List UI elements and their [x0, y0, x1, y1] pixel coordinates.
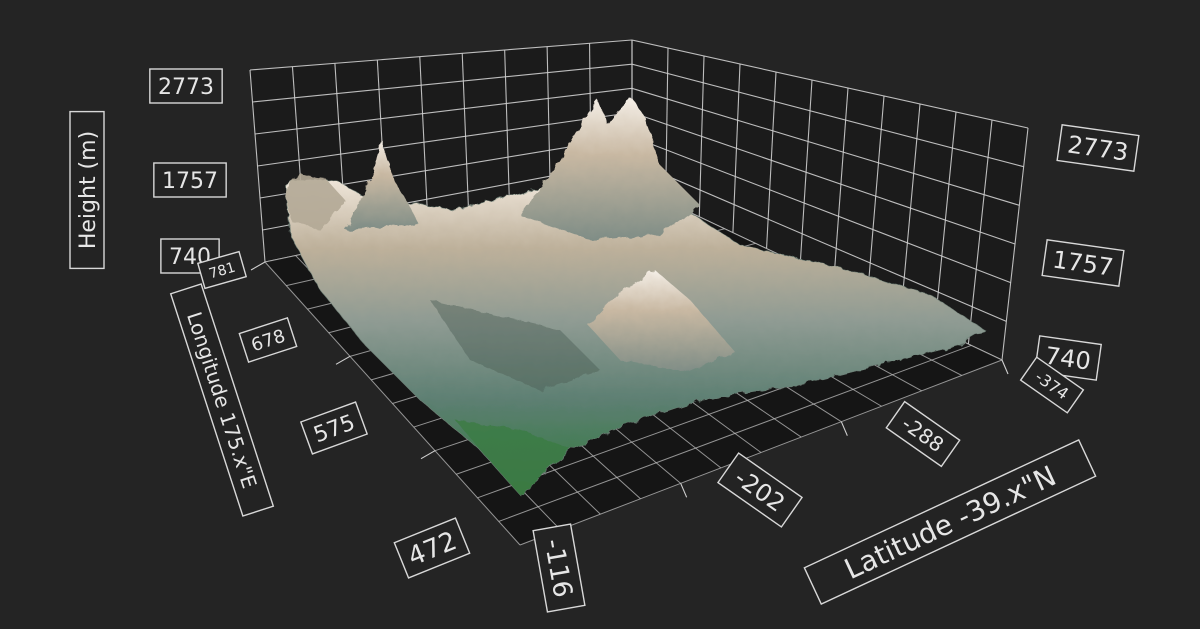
longitude-tick: 472 [393, 517, 471, 579]
z-axis-title: Height (m) [69, 110, 105, 270]
latitude-axis-title-text: Latitude -39.x"N [839, 459, 1061, 586]
latitude-tick: -288 [885, 400, 961, 468]
z-tick-left: 2773 [149, 68, 223, 104]
latitude-tick: -202 [716, 452, 804, 528]
longitude-tick-mark [420, 450, 436, 460]
z-tick-left: 1757 [153, 162, 227, 198]
z-tick-left-text: 2773 [158, 75, 214, 100]
longitude-axis-title: Longitude 175.x"E [169, 283, 275, 517]
z-tick-right: 2773 [1056, 123, 1140, 173]
latitude-axis-title: Latitude -39.x"N [803, 438, 1097, 606]
z-tick-right: 1757 [1041, 238, 1125, 288]
surface-chart: 7401757277374017572773472575678781-116-2… [69, 39, 1140, 613]
latitude-tick: -116 [532, 523, 586, 613]
z-axis-title-text: Height (m) [76, 131, 101, 249]
longitude-tick-mark [335, 355, 351, 365]
latitude-tick-mark [840, 421, 848, 436]
longitude-tick: 575 [299, 401, 369, 455]
longitude-tick-mark [250, 261, 266, 271]
z-tick-left-text: 1757 [162, 169, 218, 194]
latitude-tick-mark [680, 483, 688, 498]
latitude-tick-mark [1001, 359, 1009, 375]
longitude-tick: 678 [238, 317, 298, 363]
